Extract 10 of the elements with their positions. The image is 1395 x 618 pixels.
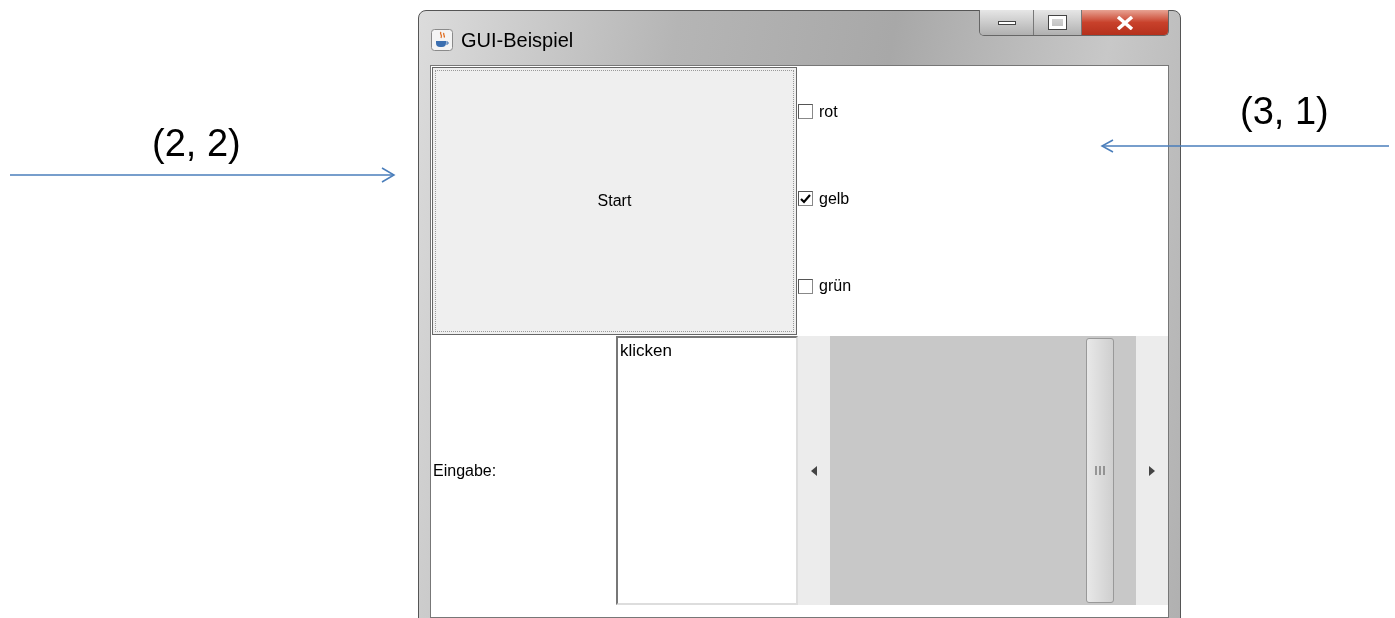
text-area-value: klicken bbox=[620, 341, 672, 360]
checkbox-label: grün bbox=[819, 276, 852, 297]
start-button[interactable]: Start bbox=[432, 67, 797, 335]
annotation-label: (2, 2) bbox=[152, 124, 241, 162]
text-area[interactable]: klicken bbox=[616, 336, 798, 605]
checkbox-label: rot bbox=[819, 101, 838, 122]
checkbox-label: gelb bbox=[819, 189, 850, 209]
annotation-label: (3, 1) bbox=[1240, 92, 1329, 130]
window-title: GUI-Beispiel bbox=[461, 28, 574, 53]
input-label: Eingabe: bbox=[433, 461, 497, 481]
